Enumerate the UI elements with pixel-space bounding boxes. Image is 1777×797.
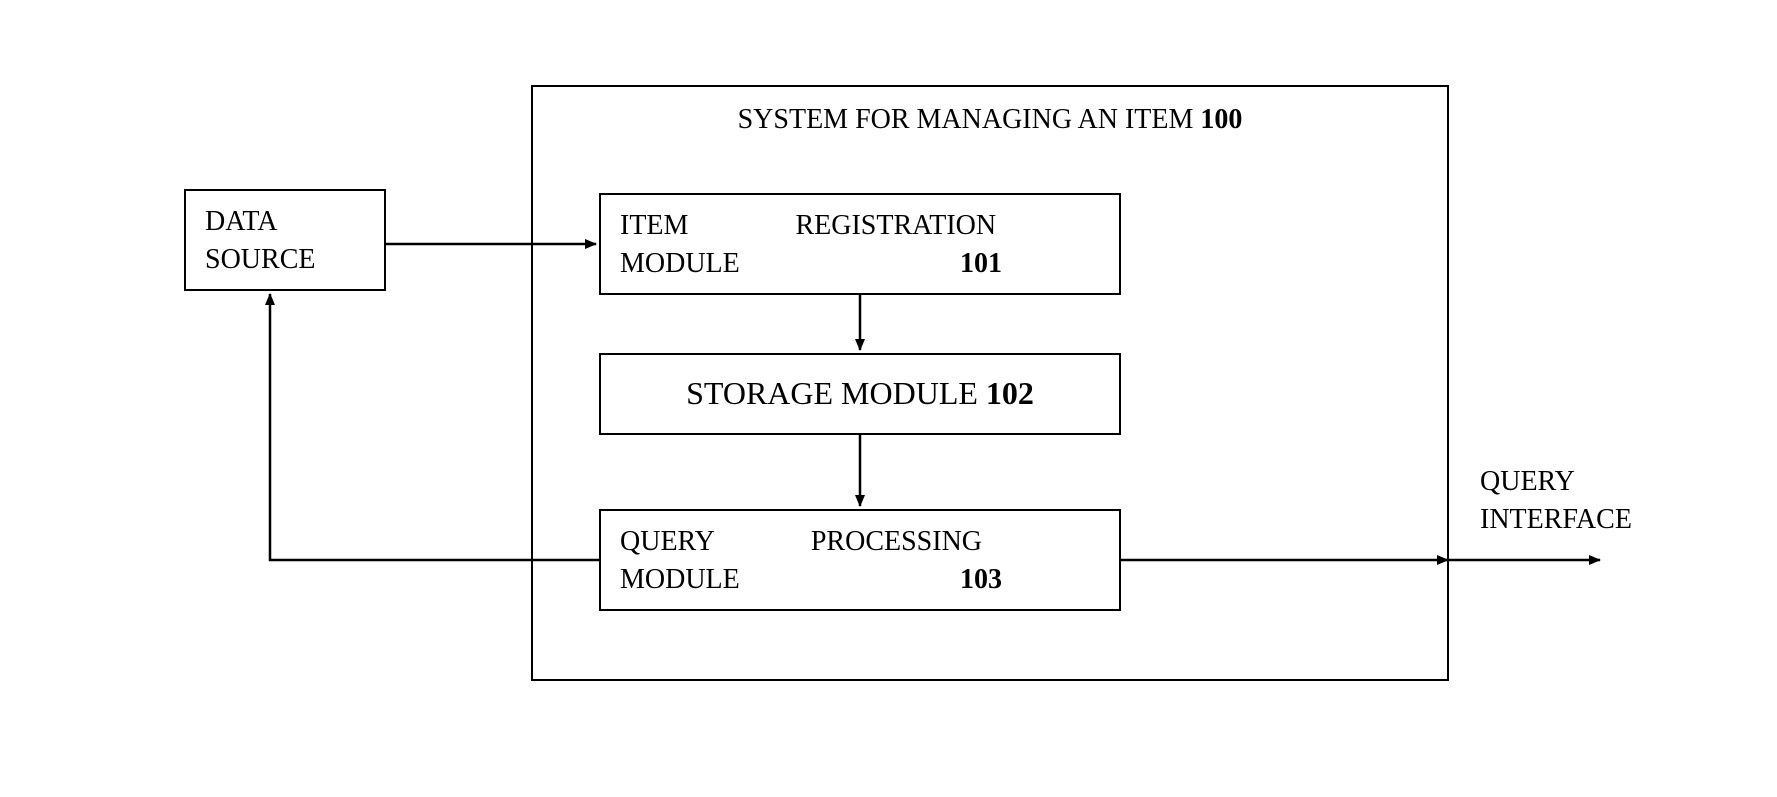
item-reg-l1b: REGISTRATION — [795, 210, 996, 241]
query-proc-l1b: PROCESSING — [811, 526, 982, 557]
system-title: SYSTEM FOR MANAGING AN ITEM 100 — [738, 104, 1243, 135]
system-diagram: SYSTEM FOR MANAGING AN ITEM 100 DATA SOU… — [0, 0, 1777, 797]
item-reg-num: 101 — [960, 248, 1002, 279]
data-source-label-1: DATA — [205, 206, 278, 237]
query-processing-box — [600, 510, 1120, 610]
item-registration-box — [600, 194, 1120, 294]
data-source-label-2: SOURCE — [205, 244, 315, 275]
storage-module-label: STORAGE MODULE 102 — [686, 375, 1034, 411]
svg-text:MODULE 103: MODULE 103 — [620, 564, 1002, 595]
svg-text:MODULE 101: MODULE 101 — [620, 248, 1002, 279]
query-interface-l1: QUERY — [1480, 466, 1575, 497]
data-source-box — [185, 190, 385, 290]
query-proc-num: 103 — [960, 564, 1002, 595]
query-proc-l1a: QUERY — [620, 526, 715, 557]
svg-text:ITEM REGISTRATION: ITEM REGISTRATION — [620, 210, 996, 241]
arrow-query-to-data — [270, 294, 600, 560]
item-reg-l1a: ITEM — [620, 210, 689, 241]
query-proc-l2a: MODULE — [620, 564, 740, 595]
item-reg-l2a: MODULE — [620, 248, 740, 279]
query-interface-l2: INTERFACE — [1480, 504, 1632, 535]
svg-text:QUERY PROCESSING: QUERY PROCESSING — [620, 526, 982, 557]
